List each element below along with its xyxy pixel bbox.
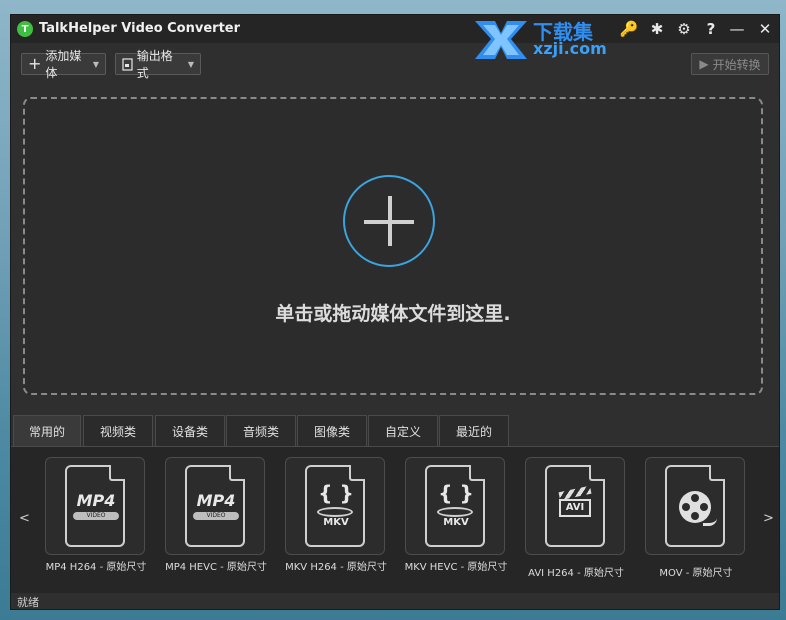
dropdown-caret-icon: ▼ xyxy=(92,59,99,69)
tab-device[interactable]: 设备类 xyxy=(155,415,225,447)
dropdown-caret-icon: ▼ xyxy=(187,59,194,69)
app-logo-icon: T xyxy=(17,21,33,37)
film-reel-icon xyxy=(665,465,725,547)
start-convert-label: 开始转换 xyxy=(712,57,761,72)
next-arrow-icon[interactable]: > xyxy=(763,511,774,526)
drop-hint-text: 单击或拖动媒体文件到这里. xyxy=(275,303,511,325)
start-convert-button[interactable]: ▶ 开始转换 xyxy=(691,53,769,75)
preset-card[interactable]: { } MKV xyxy=(405,457,505,555)
preset-label: MP4 HEVC - 原始尺寸 xyxy=(165,562,267,573)
output-format-button[interactable]: 输出格式 ▼ xyxy=(115,49,201,80)
key-icon[interactable]: 🔑 xyxy=(619,19,639,39)
add-media-button[interactable]: + 添加媒体 ▼ xyxy=(21,49,106,80)
preset-label: AVI H264 - 原始尺寸 xyxy=(528,568,624,579)
tab-audio[interactable]: 音频类 xyxy=(226,415,296,447)
minimize-button[interactable]: — xyxy=(727,19,747,39)
play-icon: ▶ xyxy=(699,57,709,71)
mkv-icon: { } MKV xyxy=(305,465,365,547)
preset-mov[interactable]: MOV - 原始尺寸 xyxy=(645,457,747,587)
bug-icon[interactable]: ✱ xyxy=(647,19,667,39)
preset-avi-h264[interactable]: AVI AVI H264 - 原始尺寸 xyxy=(525,457,627,587)
media-drop-zone[interactable]: 单击或拖动媒体文件到这里. xyxy=(23,97,763,395)
preset-label: MKV HEVC - 原始尺寸 xyxy=(404,562,508,573)
preset-label: MOV - 原始尺寸 xyxy=(659,568,733,579)
mp4-icon: MP4 VIDEO xyxy=(65,465,125,547)
tab-image[interactable]: 图像类 xyxy=(297,415,367,447)
add-file-plus-icon[interactable] xyxy=(343,175,435,267)
preset-card[interactable] xyxy=(645,457,745,555)
title-bar: T TalkHelper Video Converter 下载集 xzji.co… xyxy=(11,15,779,59)
output-format-label: 输出格式 xyxy=(136,49,173,80)
preset-card[interactable]: MP4 VIDEO xyxy=(45,457,145,555)
preset-mp4-hevc[interactable]: MP4 VIDEO MP4 HEVC - 原始尺寸 xyxy=(165,457,267,587)
preset-card[interactable]: MP4 VIDEO xyxy=(165,457,265,555)
mkv-icon: { } MKV xyxy=(425,465,485,547)
mp4-icon: MP4 VIDEO xyxy=(185,465,245,547)
settings-gear-icon[interactable]: ⚙ xyxy=(674,19,694,39)
tab-custom[interactable]: 自定义 xyxy=(368,415,438,447)
preset-mp4-h264[interactable]: MP4 VIDEO MP4 H264 - 原始尺寸 xyxy=(45,457,147,587)
watermark: 下载集 xzji.com xyxy=(473,15,623,61)
avi-clapperboard-icon: AVI xyxy=(545,465,605,547)
tab-recent[interactable]: 最近的 xyxy=(439,415,509,447)
help-icon[interactable]: ? xyxy=(701,19,721,39)
preset-mkv-h264[interactable]: { } MKV MKV H264 - 原始尺寸 xyxy=(285,457,387,587)
preset-mkv-hevc[interactable]: { } MKV MKV HEVC - 原始尺寸 xyxy=(405,457,507,587)
tab-common[interactable]: 常用的 xyxy=(13,415,81,447)
plus-icon: + xyxy=(28,54,42,73)
preset-label: MP4 H264 - 原始尺寸 xyxy=(45,562,147,573)
preset-card[interactable]: { } MKV xyxy=(285,457,385,555)
watermark-logo-icon xyxy=(475,21,527,59)
watermark-text-secondary: xzji.com xyxy=(533,39,607,58)
preset-card[interactable]: AVI xyxy=(525,457,625,555)
document-icon xyxy=(122,57,133,71)
app-window: T TalkHelper Video Converter 下载集 xzji.co… xyxy=(10,14,780,610)
status-bar: 就绪 xyxy=(11,593,779,609)
window-title: TalkHelper Video Converter xyxy=(39,21,241,36)
preset-panel: < MP4 VIDEO MP4 H264 - 原始尺寸 MP4 VIDEO MP… xyxy=(11,447,779,593)
preset-label: MKV H264 - 原始尺寸 xyxy=(285,562,387,573)
prev-arrow-icon[interactable]: < xyxy=(19,511,30,526)
status-text: 就绪 xyxy=(17,596,39,609)
add-media-label: 添加媒体 xyxy=(45,49,82,80)
tab-video[interactable]: 视频类 xyxy=(83,415,153,447)
close-button[interactable]: ✕ xyxy=(755,19,775,39)
